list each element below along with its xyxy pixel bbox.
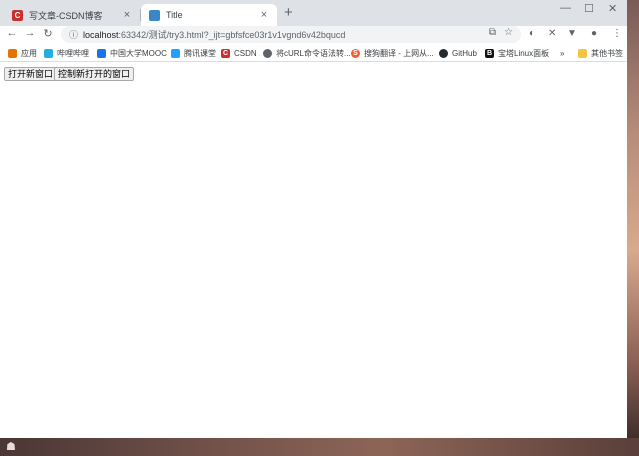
bookmark-label: 其他书签 — [591, 48, 623, 58]
tab-csdn[interactable]: C 写文章-CSDN博客 × — [4, 4, 140, 26]
bookmark-other[interactable]: 其他书签 — [578, 47, 623, 59]
tab-title: Title — [166, 10, 183, 20]
bookmark-label: 哔哩哔哩 — [57, 48, 89, 58]
sogou-icon: S — [351, 48, 360, 58]
bookmarks-overflow[interactable]: » — [560, 47, 564, 59]
bookmark-bilibili[interactable]: 哔哩哔哩 — [44, 47, 89, 59]
bookmark-label: 宝塔Linux面板 — [498, 48, 550, 58]
profile-icon[interactable]: ● — [591, 28, 597, 39]
tab-title-page[interactable]: Title × — [141, 4, 277, 26]
bookmark-label: 中国大学MOOC — [110, 48, 167, 58]
bookmark-label: 腾讯课堂 — [184, 48, 216, 58]
tab-title: 写文章-CSDN博客 — [29, 10, 103, 21]
chevron-right-icon: » — [560, 48, 565, 58]
tencent-classroom-icon — [171, 48, 180, 58]
bookmark-sogou[interactable]: S 搜狗翻译 - 上网从... — [351, 47, 434, 59]
url-host: localhost — [83, 29, 119, 40]
bookmark-csdn[interactable]: C CSDN — [221, 47, 257, 59]
menu-icon[interactable]: ⋮ — [612, 28, 622, 39]
toolbar: ← → ↻ ⓘ localhost:63342/测试/try3.html?_ij… — [0, 26, 627, 44]
bookmark-bt[interactable]: B 宝塔Linux面板 — [485, 47, 549, 59]
folder-icon — [578, 48, 587, 58]
extension-x-icon[interactable]: ✕ — [548, 28, 556, 39]
extension-icon[interactable]: ◐ — [529, 28, 535, 39]
maximize-icon[interactable]: ☐ — [584, 2, 594, 15]
minimize-icon[interactable]: — — [560, 2, 571, 14]
new-tab-icon[interactable]: + — [284, 5, 293, 21]
url-path: :63342/测试/try3.html?_ijt=gbfsfce03r1v1vg… — [118, 30, 346, 40]
bookmark-label: GitHub — [452, 48, 477, 58]
bookmark-label: 应用 — [21, 48, 37, 58]
window-close-icon[interactable]: ✕ — [608, 2, 617, 15]
star-icon[interactable]: ☆ — [504, 27, 513, 38]
bookmark-curl[interactable]: 将cURL命令语法转... — [263, 47, 351, 59]
forward-icon[interactable]: → — [24, 27, 36, 39]
bilibili-icon — [44, 48, 53, 58]
bookmark-github[interactable]: GitHub — [439, 47, 477, 59]
bookmark-tencent[interactable]: 腾讯课堂 — [171, 47, 216, 59]
extension-v-icon[interactable]: ▼ — [567, 28, 577, 39]
globe-icon — [263, 48, 272, 58]
translate-icon[interactable]: ⧉ — [489, 27, 496, 38]
reload-icon[interactable]: ↻ — [42, 27, 54, 40]
control-new-window-button[interactable]: 控制新打开的窗口 — [54, 67, 135, 81]
page-content: 打开新窗口 控制新打开的窗口 — [0, 63, 627, 438]
taskbar-strip: ☗ — [0, 438, 639, 456]
bookmark-label: 将cURL命令语法转... — [276, 48, 351, 58]
csdn-icon: C — [12, 9, 23, 21]
bookmark-label: 搜狗翻译 - 上网从... — [364, 48, 434, 58]
bookmark-apps[interactable]: 应用 — [8, 47, 37, 59]
close-icon[interactable]: × — [122, 9, 132, 21]
open-new-window-button[interactable]: 打开新窗口 — [4, 67, 58, 81]
bt-icon: B — [485, 48, 494, 58]
bookmark-label: CSDN — [234, 48, 257, 58]
csdn-icon: C — [221, 48, 230, 58]
browser-window: C 写文章-CSDN博客 × Title × + — ☐ ✕ ← → ↻ ⓘ l… — [0, 0, 627, 438]
bookmarks-bar: 应用 哔哩哔哩 中国大学MOOC 腾讯课堂 C CSDN 将cURL命令语法转.… — [0, 44, 627, 62]
tab-strip: C 写文章-CSDN博客 × Title × + — ☐ ✕ — [0, 0, 627, 26]
desktop-glyph-icon: ☗ — [6, 441, 16, 453]
back-icon[interactable]: ← — [6, 27, 18, 39]
bookmark-mooc[interactable]: 中国大学MOOC — [97, 47, 167, 59]
apps-grid-icon — [8, 48, 17, 58]
mooc-icon — [97, 48, 106, 58]
info-icon[interactable]: ⓘ — [69, 28, 78, 41]
page-favicon-icon — [149, 9, 160, 21]
github-icon — [439, 48, 448, 58]
close-icon[interactable]: × — [259, 9, 269, 21]
address-bar[interactable]: ⓘ localhost:63342/测试/try3.html?_ijt=gbfs… — [61, 26, 521, 43]
desktop-wallpaper — [627, 0, 639, 456]
